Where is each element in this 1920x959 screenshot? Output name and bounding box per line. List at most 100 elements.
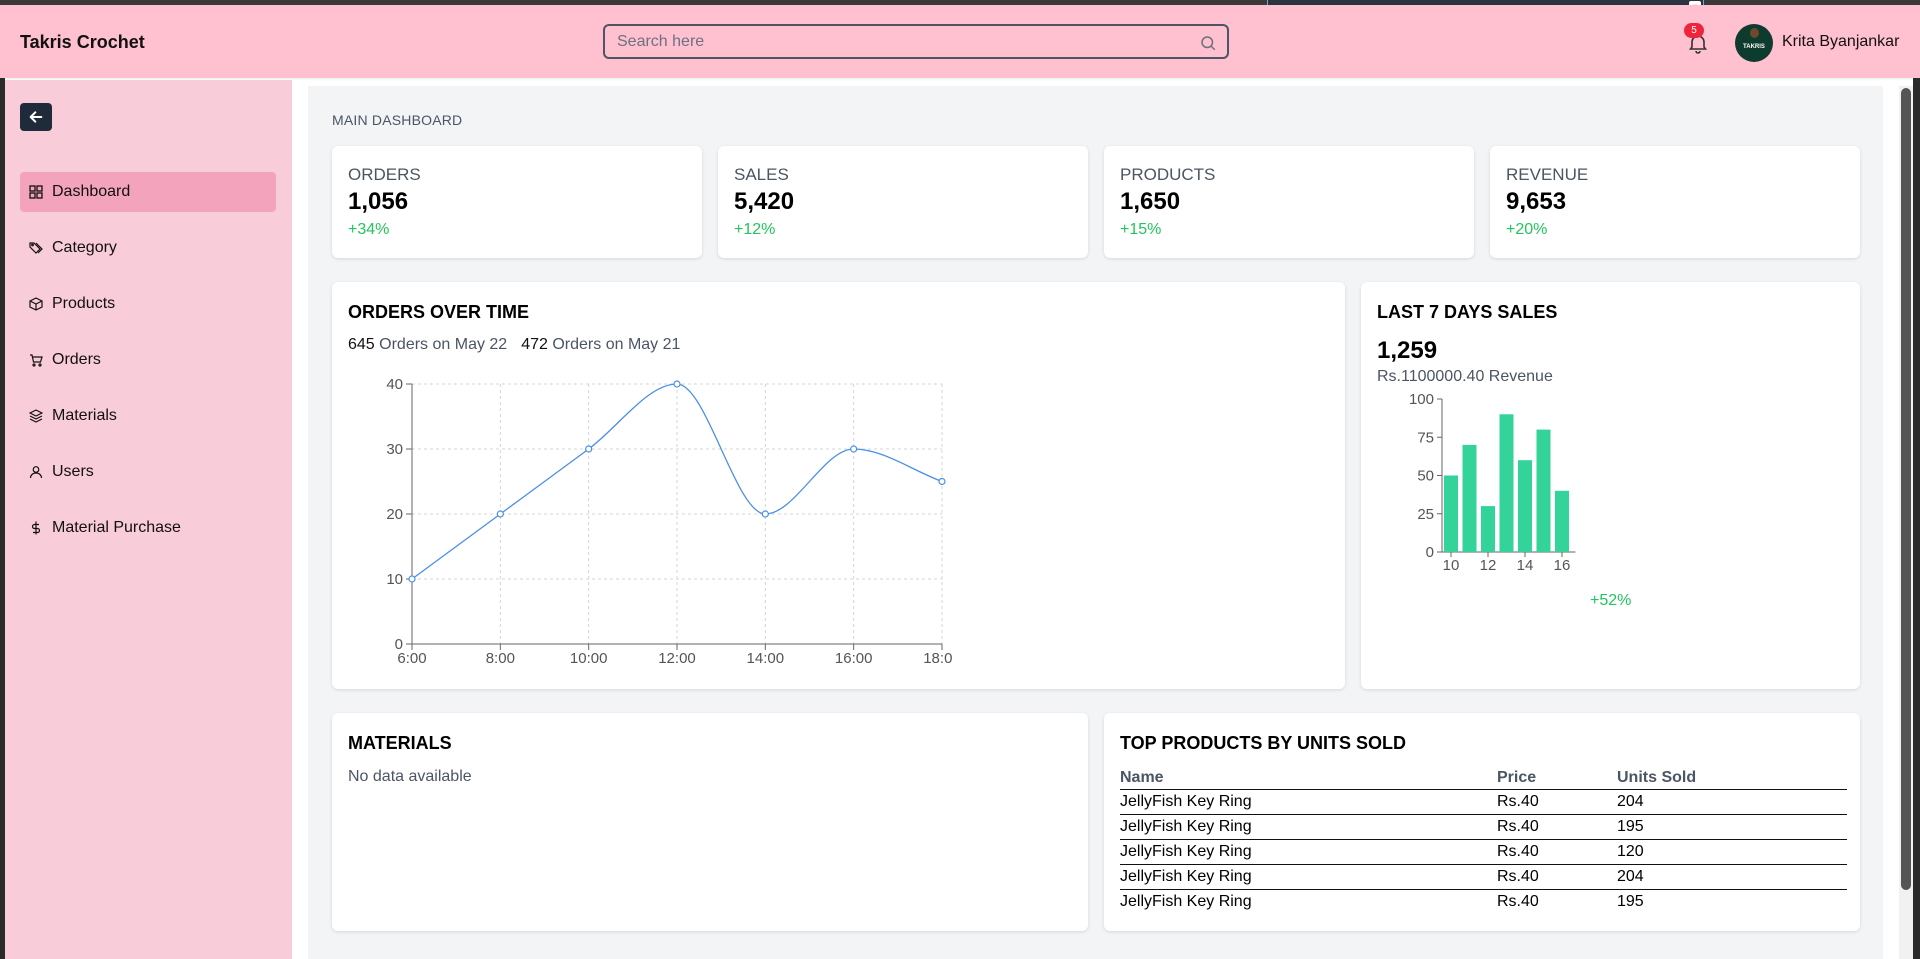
- table-row[interactable]: JellyFish Key Ring Rs.40 204: [1120, 864, 1847, 890]
- grid-icon: [29, 185, 43, 199]
- table-row[interactable]: JellyFish Key Ring Rs.40 204: [1120, 789, 1847, 815]
- x-tick-label: 10: [1443, 557, 1460, 574]
- top-products-table: Name Price Units Sold JellyFish Key Ring…: [1120, 767, 1847, 914]
- sidebar-item-products[interactable]: Products: [20, 284, 276, 324]
- orders-line-chart[interactable]: 0102030406:00 8:00 10:00 12:00 14:00 16:00 18:…: [332, 367, 952, 677]
- stat-card-orders: ORDERS 1,056 +34%: [332, 146, 702, 258]
- stat-value: 5,420: [734, 188, 795, 215]
- stat-value: 9,653: [1506, 188, 1567, 215]
- sidebar-item-label: Category: [52, 239, 117, 256]
- y-tick-label: 30: [386, 441, 403, 458]
- data-point: [673, 380, 681, 388]
- product-price-cell: Rs.40: [1497, 839, 1617, 865]
- sidebar-nav: Dashboard Category Products Orders Mater…: [20, 172, 276, 564]
- arrow-left-icon: [29, 111, 43, 123]
- product-name-cell: JellyFish Key Ring: [1120, 864, 1497, 890]
- box-icon: [29, 297, 43, 311]
- sidebar-item-label: Dashboard: [52, 183, 131, 200]
- stat-card-products: PRODUCTS 1,650 +15%: [1104, 146, 1474, 258]
- materials-card: MATERIALS No data available: [332, 713, 1088, 931]
- product-name-cell: JellyFish Key Ring: [1120, 892, 1252, 910]
- column-header-units-sold[interactable]: Units Sold: [1617, 767, 1847, 790]
- sidebar-item-orders[interactable]: Orders: [20, 340, 276, 380]
- table-row[interactable]: JellyFish Key Ring Rs.40 195: [1120, 814, 1847, 840]
- data-point: [938, 477, 946, 486]
- product-units-cell: 195: [1617, 814, 1847, 840]
- sidebar-item-label: Products: [52, 295, 116, 312]
- search-input[interactable]: [617, 33, 1177, 51]
- product-name-cell: JellyFish Key Ring: [1120, 839, 1497, 865]
- empty-state-text: No data available: [348, 768, 472, 785]
- sidebar-item-dashboard[interactable]: Dashboard: [20, 172, 276, 212]
- bar: [1481, 506, 1495, 552]
- stat-change: +12%: [734, 221, 776, 238]
- collapse-sidebar-button[interactable]: [20, 103, 52, 131]
- product-units-cell: 120: [1617, 839, 1847, 865]
- window-right-edge: [1913, 78, 1920, 959]
- avatar-logo-text: TAKRIS: [1743, 44, 1765, 50]
- sidebar-item-category[interactable]: Category: [20, 228, 276, 268]
- x-tick-label: 14:00: [747, 650, 785, 667]
- y-tick-label: 20: [386, 506, 403, 523]
- data-point: [496, 510, 504, 518]
- product-price-cell: Rs.40: [1497, 892, 1539, 910]
- x-tick-label: 16: [1554, 557, 1571, 574]
- scrollbar-thumb[interactable]: [1901, 88, 1911, 890]
- stat-value: 1,650: [1120, 188, 1181, 215]
- tags-icon: [29, 241, 43, 255]
- table-row[interactable]: JellyFish Key Ring Rs.40 120: [1120, 839, 1847, 865]
- sales-change: +52%: [1590, 592, 1632, 609]
- product-units-cell: 195: [1617, 892, 1644, 910]
- breadcrumb: MAIN DASHBOARD: [332, 112, 463, 128]
- sidebar-item-materials[interactable]: Materials: [20, 396, 276, 436]
- card-title: TOP PRODUCTS BY UNITS SOLD: [1120, 733, 1407, 753]
- data-point: [761, 510, 769, 518]
- main-content: MAIN DASHBOARD ORDERS 1,056 +34% SALES 5…: [308, 86, 1883, 959]
- sidebar-item-label: Users: [52, 463, 94, 480]
- sidebar-item-material-purchase[interactable]: Material Purchase: [20, 508, 276, 548]
- user-name[interactable]: Krita Byanjankar: [1782, 33, 1899, 51]
- y-tick-label: 40: [386, 376, 403, 393]
- product-price-cell: Rs.40: [1497, 814, 1617, 840]
- last-7-days-sales-card: LAST 7 DAYS SALES 1,259 Rs.1100000.40 Re…: [1361, 282, 1860, 689]
- stat-card-revenue: REVENUE 9,653 +20%: [1490, 146, 1860, 258]
- sales-value: 1,259: [1377, 337, 1438, 364]
- stat-label: SALES: [734, 165, 789, 184]
- user-icon: [29, 465, 43, 479]
- product-name-cell: JellyFish Key Ring: [1120, 814, 1497, 840]
- bar: [1499, 414, 1514, 552]
- sales-revenue: Rs.1100000.40 Revenue: [1377, 368, 1553, 385]
- product-name-cell: JellyFish Key Ring: [1120, 789, 1497, 815]
- column-header-name[interactable]: Name: [1120, 767, 1497, 790]
- search-box[interactable]: [603, 24, 1229, 59]
- x-tick-label: 10:00: [570, 650, 608, 667]
- sidebar: Dashboard Category Products Orders Mater…: [5, 80, 292, 959]
- x-tick-label: 6:00: [397, 650, 426, 667]
- legend-text: Orders on May 21: [547, 336, 681, 353]
- avatar[interactable]: TAKRIS: [1735, 24, 1773, 62]
- bar: [1444, 475, 1458, 552]
- bar: [1555, 490, 1569, 552]
- search-icon[interactable]: [1199, 34, 1217, 52]
- y-tick-label: 75: [1417, 429, 1434, 446]
- sidebar-item-label: Material Purchase: [52, 519, 181, 536]
- bar: [1462, 444, 1477, 552]
- x-tick-label: 12: [1480, 557, 1497, 574]
- table-row[interactable]: JellyFish Key Ring Rs.40 195: [1120, 889, 1847, 914]
- card-title: MATERIALS: [348, 733, 452, 753]
- stat-label: ORDERS: [348, 165, 421, 184]
- stat-change: +34%: [348, 221, 390, 238]
- legend-text: Orders on May 22: [374, 336, 508, 353]
- product-units-cell: 204: [1617, 789, 1847, 815]
- stat-change: +15%: [1120, 221, 1162, 238]
- x-tick-label: 18:00: [923, 650, 952, 667]
- product-price-cell: Rs.40: [1497, 864, 1617, 890]
- y-tick-label: 25: [1417, 506, 1434, 523]
- sales-bar-chart[interactable]: 0 25 50 75 100 10 12 14 16: [1361, 392, 1591, 582]
- avatar-figure: [1750, 28, 1759, 38]
- card-title: ORDERS OVER TIME: [348, 302, 530, 322]
- sidebar-item-users[interactable]: Users: [20, 452, 276, 492]
- cart-icon: [29, 353, 43, 367]
- column-header-price[interactable]: Price: [1497, 767, 1617, 790]
- x-tick-label: 8:00: [486, 650, 515, 667]
